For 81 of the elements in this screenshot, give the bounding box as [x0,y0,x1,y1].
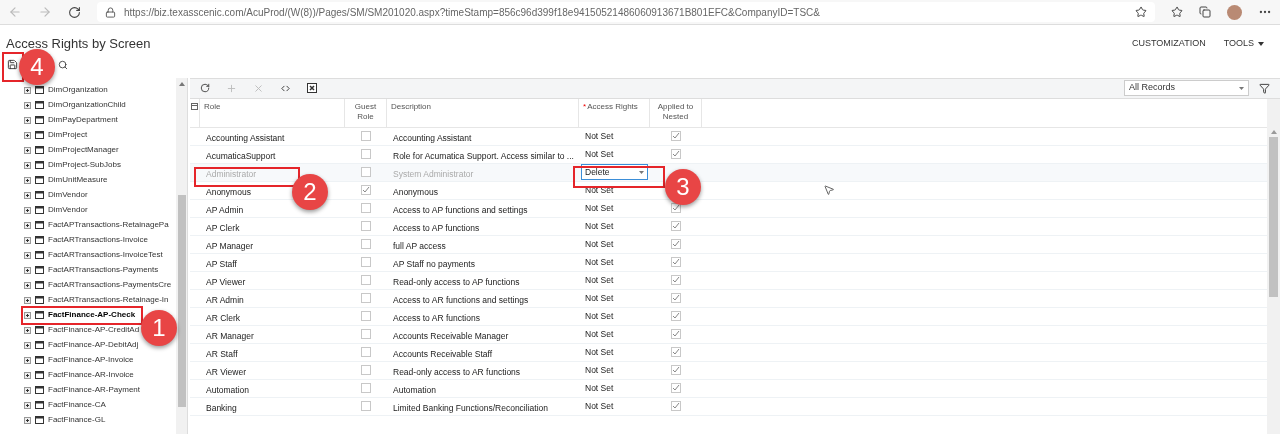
tools-menu[interactable]: TOOLS [1223,37,1264,51]
column-header[interactable]: Role [200,98,345,127]
tree-item[interactable]: FactARTransactions-Retainage-In [48,294,169,306]
tree-item[interactable]: FactFinance-AP-DebitAdj [48,339,139,351]
tree-item[interactable]: DimUnitMeasure [48,174,108,186]
table-cell: Role for Acumatica Support. Access similar to ... [393,151,574,161]
table-cell: AR Viewer [206,367,246,377]
column-header[interactable]: *Access Rights [579,98,650,127]
customization-link[interactable]: CUSTOMIZATION [1131,37,1206,51]
tree-item[interactable]: DimPayDepartment [48,114,118,126]
table-cell: Anonymous [393,187,438,197]
table-cell-text: Not Set [584,327,615,341]
table-cell: AR Staff [206,349,238,359]
tree-item[interactable]: DimOrganization [48,84,108,96]
table-cell: Anonymous [206,187,251,197]
tree-item[interactable]: DimOrganizationChild [48,99,126,111]
table-cell: Accounts Receivable Staff [393,349,493,359]
tree-item[interactable]: FactARTransactions-Invoice [48,234,149,246]
table-cell-text: Not Set [584,237,615,251]
callout-badge: 4 [19,49,55,85]
table-cell-text: Not Set [584,147,615,161]
table-cell-text: Not Set [584,291,615,305]
table-cell: Access to AR functions [393,313,480,323]
table-cell-text: Not Set [584,219,615,233]
table-cell: AR Admin [206,295,244,305]
table-cell: Administrator [206,169,257,179]
table-cell-text: Not Set [584,273,615,287]
table-cell: AP Clerk [206,223,240,233]
table-cell-text: Not Set [584,399,615,413]
table-cell: AP Staff [206,259,237,269]
table-cell: AR Clerk [206,313,240,323]
tree-item[interactable]: FactARTransactions-InvoiceTest [48,249,163,261]
table-cell: Read-only access to AR functions [393,367,521,377]
table-cell-text: Not Set [584,129,615,143]
table-cell: Read-only access to AP functions [393,277,520,287]
table-cell-text: Not Set [584,201,615,215]
tree-item[interactable]: DimProject-SubJobs [48,159,121,171]
table-cell: Access to AP functions and settings [393,205,528,215]
table-cell-text: Not Set [584,381,615,395]
table-cell-text: Not Set [584,345,615,359]
tree-item[interactable]: FactFinance-AR-Invoice [48,369,134,381]
table-cell: AR Manager [206,331,254,341]
table-cell-text: Not Set [584,309,615,323]
tree-item[interactable]: FactARTransactions-Payments [48,264,159,276]
table-cell: System Administrator [393,169,474,179]
table-cell: AcumaticaSupport [206,151,276,161]
url-text: https://biz.texasscenic.com/AcuProd/(W(8))/Pages/SM/SM201020.aspx?timeStamp=856c96d399f18e94150521486060913671B801EFC&CompanyID=TSC& [124,5,821,20]
table-cell: Limited Banking Functions/Reconciliation [393,403,548,413]
tree-item[interactable]: FactFinance-AR-Payment [48,384,141,396]
table-cell: AP Admin [206,205,244,215]
table-cell: Banking [206,403,237,413]
callout-badge: 1 [141,310,177,346]
tree-item[interactable]: FactFinance-AP-Check [48,309,136,321]
table-cell: Accounts Receivable Manager [393,331,509,341]
table-cell: AP Manager [206,241,254,251]
address-bar[interactable]: https://biz.texasscenic.com/AcuProd/(W(8))/Pages/SM/SM201020.aspx?timeStamp=856c96d399f18e94150521486060913671B801EFC&CompanyID=TSC& [97,2,1155,22]
tree-item[interactable]: DimProject [48,129,88,141]
table-cell: full AP access [393,241,446,251]
tree-item[interactable]: FactARTransactions-PaymentsCre [48,279,172,291]
column-header[interactable]: Description [387,98,579,127]
tree-item[interactable]: DimProjectManager [48,144,119,156]
tree-item[interactable]: FactAPTransactions-RetainagePa [48,219,169,231]
tree-item[interactable]: DimVendor [48,204,88,216]
tree-item[interactable]: FactFinance-GL [48,414,106,426]
table-cell: Automation [393,385,436,395]
tree-item[interactable]: FactFinance-AP-CreditAd [48,324,140,336]
column-header[interactable]: Applied to Nested [650,98,702,127]
tree-item[interactable]: FactFinance-CA [48,399,106,411]
table-cell-text: Not Set [584,363,615,377]
table-cell: Access to AR functions and settings [393,295,529,305]
table-cell: Accounting Assistant [206,133,285,143]
table-cell: Automation [206,385,249,395]
table-cell-text: Not Set [584,255,615,269]
tree-item[interactable]: DimVendor [48,189,88,201]
table-cell: AP Viewer [206,277,246,287]
tree-item[interactable]: FactFinance-AP-Invoice [48,354,134,366]
column-header[interactable]: Guest Role [345,98,387,127]
table-cell: Accounting Assistant [393,133,472,143]
filter-dropdown[interactable]: All Records [1124,80,1249,96]
table-cell: Access to AP functions [393,223,480,233]
table-cell: AP Staff no payments [393,259,475,269]
